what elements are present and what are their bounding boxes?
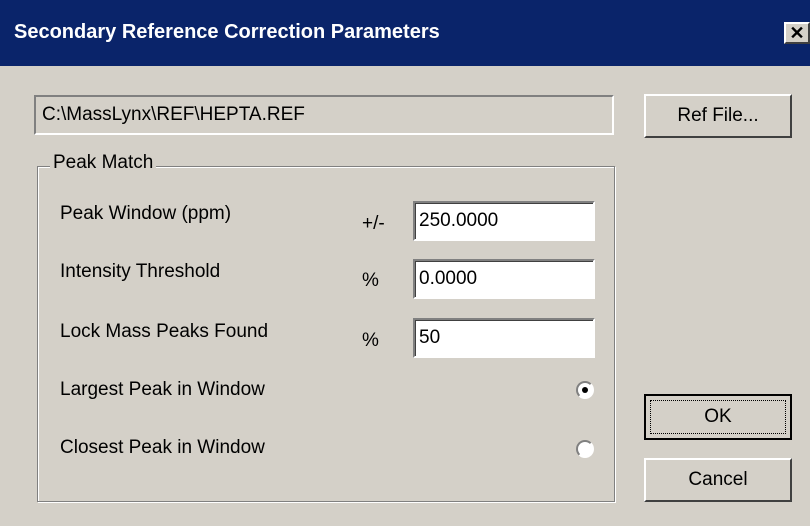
cancel-button[interactable]: Cancel <box>644 458 792 502</box>
closest-peak-radio[interactable] <box>576 440 594 458</box>
peak-window-label: Peak Window (ppm) <box>60 203 232 224</box>
closest-peak-label: Closest Peak in Window <box>60 437 265 458</box>
ref-file-button[interactable]: Ref File... <box>644 94 792 138</box>
radio-selected-dot <box>582 387 588 393</box>
largest-peak-radio[interactable] <box>576 381 594 399</box>
close-button[interactable]: ✕ <box>784 22 810 44</box>
close-icon: ✕ <box>789 23 805 43</box>
intensity-threshold-label: Intensity Threshold <box>60 261 221 282</box>
peak-window-unit: +/- <box>362 213 385 234</box>
window-title: Secondary Reference Correction Parameter… <box>14 21 440 43</box>
cancel-button-label: Cancel <box>688 469 748 490</box>
peak-window-input[interactable]: 250.0000 <box>413 201 595 241</box>
largest-peak-label: Largest Peak in Window <box>60 379 265 400</box>
intensity-threshold-unit: % <box>362 270 379 291</box>
lock-mass-peaks-unit: % <box>362 330 379 351</box>
ok-button[interactable]: OK <box>644 394 792 440</box>
ref-file-path-field: C:\MassLynx\REF\HEPTA.REF <box>34 95 614 135</box>
lock-mass-peaks-label: Lock Mass Peaks Found <box>60 321 269 342</box>
peak-match-group-label: Peak Match <box>50 152 157 174</box>
lock-mass-peaks-input[interactable]: 50 <box>413 318 595 358</box>
intensity-threshold-input[interactable]: 0.0000 <box>413 259 595 299</box>
title-bar: Secondary Reference Correction Parameter… <box>0 0 810 66</box>
ref-file-button-label: Ref File... <box>677 105 759 126</box>
ok-button-label: OK <box>704 406 732 427</box>
